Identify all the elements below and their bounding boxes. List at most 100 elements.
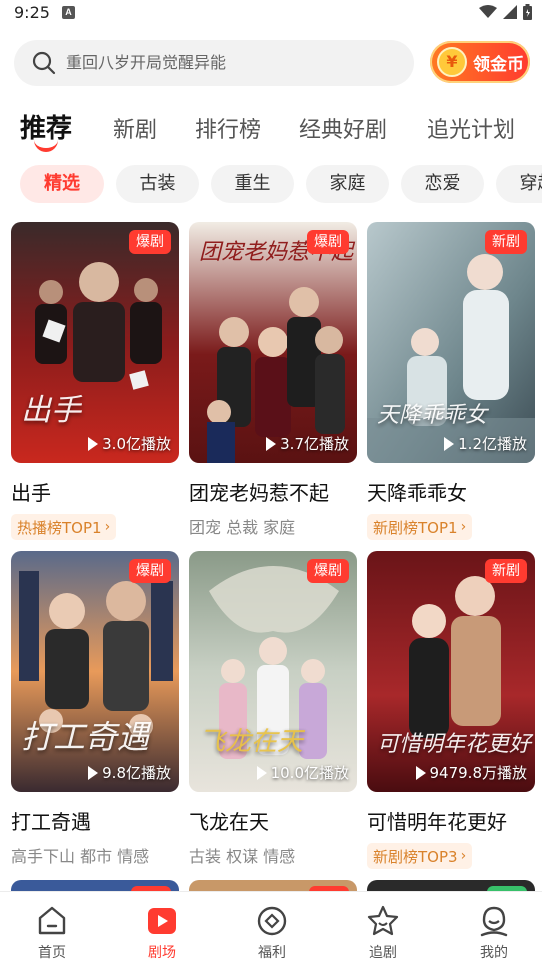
play-icon	[256, 765, 267, 780]
tab-rankings[interactable]: 排行榜	[195, 112, 261, 144]
hot-badge: 爆剧	[307, 559, 349, 583]
play-count-text: 9479.8万播放	[429, 764, 528, 782]
play-icon	[266, 436, 277, 451]
poster-title-art: 出手	[21, 393, 81, 428]
collect-coins-label: 领金币	[473, 54, 524, 75]
drama-tags: 高手下山 都市 情感	[11, 847, 150, 866]
filter-chips: 精选 古装 重生 家庭 恋爱 穿越	[0, 165, 542, 205]
play-count: 1.2亿播放	[444, 433, 527, 454]
play-icon	[88, 765, 99, 780]
drama-card[interactable]: 团宠老妈惹不起 爆剧 3.7亿播放 团宠老妈惹不起 团宠 总裁 家庭	[189, 222, 357, 538]
drama-poster[interactable]: 团宠老妈惹不起 爆剧 3.7亿播放	[189, 222, 357, 463]
drama-card[interactable]: 飞龙在天 爆剧 10.0亿播放 飞龙在天 古装 权谋 情感	[189, 551, 357, 867]
play-count: 9479.8万播放	[415, 762, 528, 783]
poster-title-art: 天降乖乖女	[377, 403, 488, 428]
nav-label: 追剧	[369, 945, 397, 961]
drama-tags: 古装 权谋 情感	[189, 847, 296, 866]
drama-title[interactable]: 打工奇遇	[11, 806, 179, 835]
hot-badge: 爆剧	[129, 559, 171, 583]
play-count-text: 10.0亿播放	[270, 764, 349, 782]
drama-poster[interactable]: 出手 爆剧 3.0亿播放	[11, 222, 179, 463]
drama-poster[interactable]: 飞龙在天 爆剧 10.0亿播放	[189, 551, 357, 792]
status-time: 9:25	[14, 3, 50, 22]
notification-icon: A	[62, 6, 75, 19]
search-placeholder: 重回八岁开局觉醒异能	[66, 53, 227, 72]
poster-title-art: 可惜明年花更好	[377, 732, 532, 757]
nav-welfare[interactable]: 福利	[232, 904, 312, 962]
play-count-text: 3.7亿播放	[280, 435, 349, 453]
play-count: 10.0亿播放	[256, 762, 349, 783]
new-badge: 新剧	[485, 230, 527, 254]
profile-icon	[480, 906, 508, 937]
rank-chip[interactable]: 新剧榜TOP1 ›	[367, 514, 473, 540]
drama-title[interactable]: 团宠老妈惹不起	[189, 477, 357, 506]
hot-badge: 爆剧	[307, 230, 349, 254]
rank-chip[interactable]: 新剧榜TOP3 ›	[367, 843, 473, 869]
chip-family[interactable]: 家庭	[306, 165, 389, 203]
play-count: 3.0亿播放	[88, 433, 171, 454]
nav-label: 福利	[258, 945, 286, 961]
drama-card[interactable]: 出手 爆剧 3.0亿播放 出手 热播榜TOP1 ›	[11, 222, 179, 540]
drama-card[interactable]: 打工奇遇 爆剧 9.8亿播放 打工奇遇 高手下山 都市 情感	[11, 551, 179, 867]
chip-rebirth[interactable]: 重生	[211, 165, 294, 203]
tab-classics[interactable]: 经典好剧	[299, 112, 387, 144]
chip-costume[interactable]: 古装	[116, 165, 199, 203]
drama-card[interactable]: 可惜明年花更好 新剧 9479.8万播放 可惜明年花更好 新剧榜TOP3 ›	[367, 551, 535, 869]
rank-label: 新剧榜TOP1	[373, 518, 458, 537]
drama-card[interactable]: 天降乖乖女 新剧 1.2亿播放 天降乖乖女 新剧榜TOP1 ›	[367, 222, 535, 540]
drama-poster[interactable]: 天降乖乖女 新剧 1.2亿播放	[367, 222, 535, 463]
poster-title-art: 打工奇遇	[21, 718, 150, 756]
nav-profile[interactable]: 我的	[454, 904, 534, 962]
tab-chase-light[interactable]: 追光计划	[427, 112, 515, 144]
chevron-right-icon: ›	[104, 519, 111, 535]
play-icon	[88, 436, 99, 451]
hot-badge: 爆剧	[129, 230, 171, 254]
battery-icon	[523, 4, 532, 20]
play-count-text: 3.0亿播放	[102, 435, 171, 453]
nav-follow[interactable]: 追剧	[343, 904, 423, 962]
play-count: 9.8亿播放	[88, 762, 171, 783]
drama-poster[interactable]: 可惜明年花更好 新剧 9479.8万播放	[367, 551, 535, 792]
drama-tags: 团宠 总裁 家庭	[189, 518, 296, 537]
category-tabs: 推荐 新剧 排行榜 经典好剧 追光计划	[0, 104, 542, 154]
drama-title[interactable]: 天降乖乖女	[367, 477, 535, 506]
chevron-right-icon: ›	[460, 519, 467, 535]
wifi-icon	[479, 5, 497, 18]
rank-chip[interactable]: 热播榜TOP1 ›	[11, 514, 117, 540]
chip-romance[interactable]: 恋爱	[401, 165, 484, 203]
drama-poster[interactable]: 打工奇遇 爆剧 9.8亿播放	[11, 551, 179, 792]
search-icon	[32, 51, 56, 75]
search-bar[interactable]: 重回八岁开局觉醒异能	[14, 40, 414, 86]
play-count: 3.7亿播放	[266, 433, 349, 454]
rank-label: 热播榜TOP1	[17, 518, 102, 537]
theater-play-icon	[148, 908, 176, 934]
status-icons	[479, 4, 532, 20]
signal-icon	[503, 5, 517, 19]
chip-time-travel[interactable]: 穿越	[496, 165, 542, 203]
chip-featured[interactable]: 精选	[20, 165, 104, 203]
star-follow-icon	[367, 905, 399, 936]
play-count-text: 1.2亿播放	[458, 435, 527, 453]
rank-label: 新剧榜TOP3	[373, 847, 458, 866]
status-bar: 9:25 A	[0, 0, 542, 28]
nav-label: 首页	[38, 945, 66, 961]
welfare-icon	[257, 906, 287, 936]
nav-label: 我的	[480, 945, 508, 961]
drama-title[interactable]: 出手	[11, 477, 179, 506]
bottom-navigation: 首页 剧场 福利 追剧 我的	[0, 891, 542, 979]
nav-home[interactable]: 首页	[12, 904, 92, 962]
coin-icon: ¥	[437, 47, 467, 77]
collect-coins-button[interactable]: ¥ 领金币	[430, 41, 530, 83]
active-tab-indicator	[34, 140, 58, 152]
nav-label: 剧场	[148, 945, 176, 961]
chevron-right-icon: ›	[460, 848, 467, 864]
nav-theater[interactable]: 剧场	[122, 904, 202, 962]
tab-new-dramas[interactable]: 新剧	[113, 112, 157, 144]
home-icon	[38, 906, 66, 935]
new-badge: 新剧	[485, 559, 527, 583]
drama-title[interactable]: 飞龙在天	[189, 806, 357, 835]
poster-title-art: 飞龙在天	[199, 727, 304, 757]
drama-title[interactable]: 可惜明年花更好	[367, 806, 535, 835]
play-icon	[444, 436, 455, 451]
play-count-text: 9.8亿播放	[102, 764, 171, 782]
